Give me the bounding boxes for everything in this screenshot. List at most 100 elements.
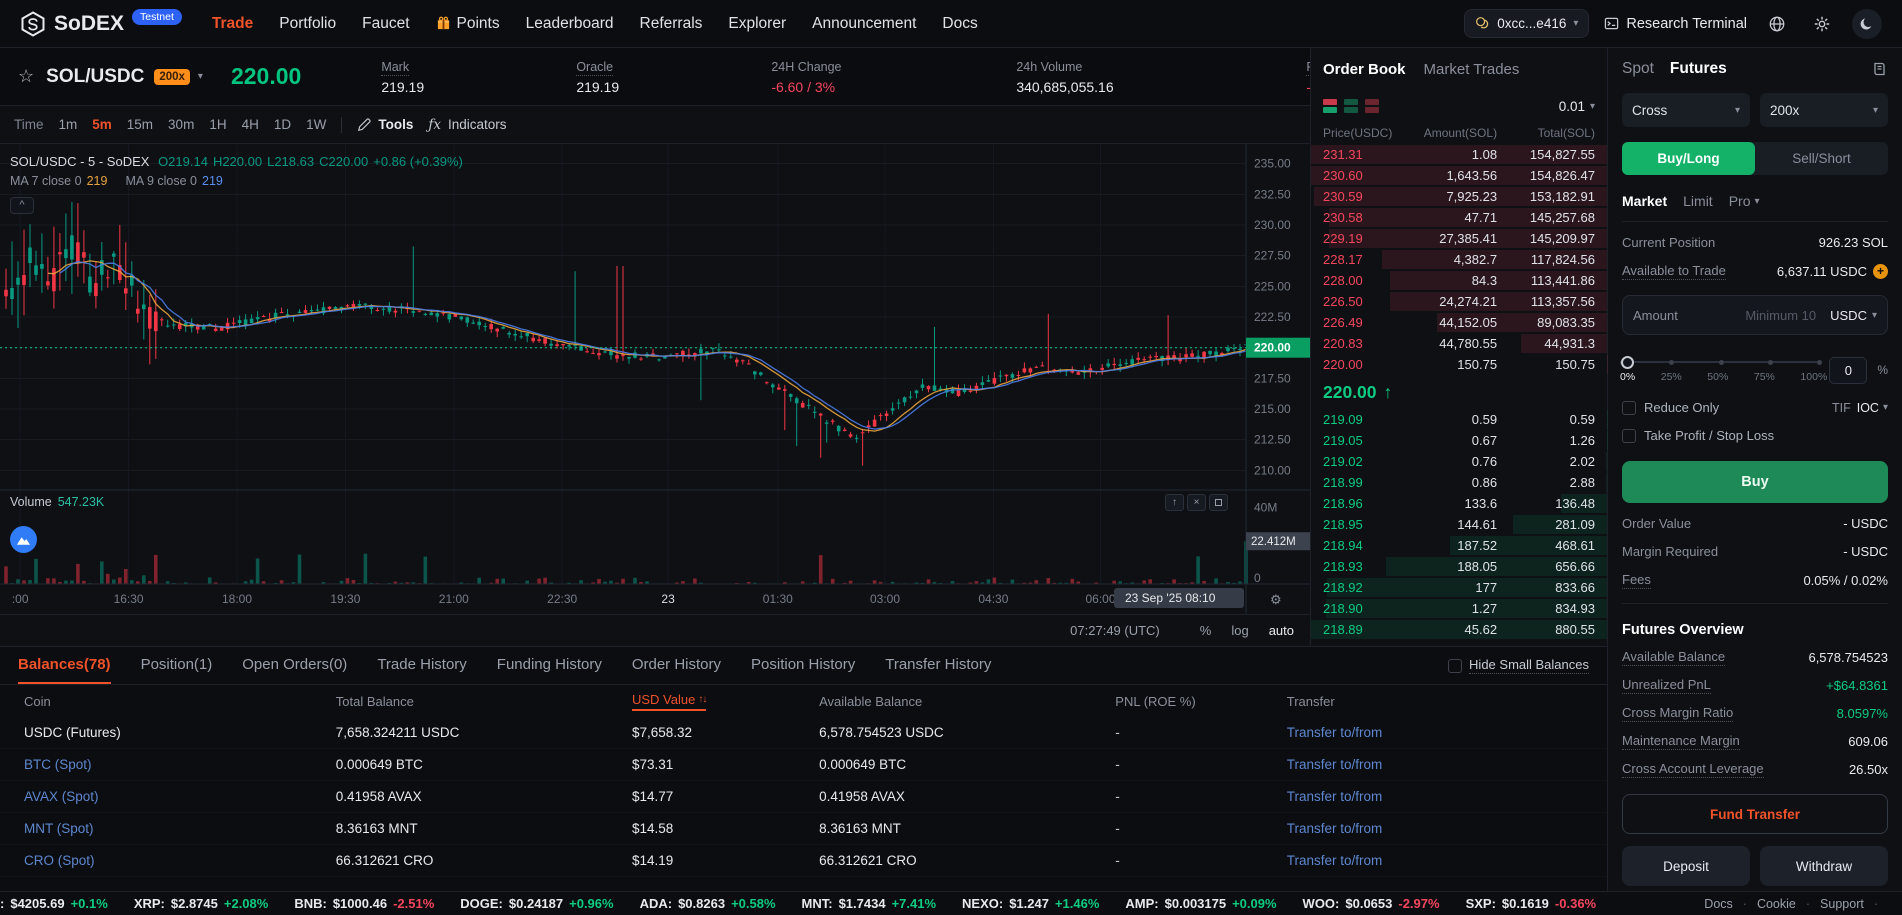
percent-scale-button[interactable]: % [1200, 623, 1212, 638]
orderbook-ask-row[interactable]: 226.4944,152.0589,083.35 [1311, 312, 1607, 333]
nav-item-leaderboard[interactable]: Leaderboard [526, 15, 614, 33]
orderbook-bid-row[interactable]: 218.94187.52468.61 [1311, 535, 1607, 556]
tif-select[interactable]: IOC▾ [1857, 401, 1888, 415]
margin-mode-select[interactable]: Cross▾ [1622, 93, 1750, 127]
order-type-limit[interactable]: Limit [1683, 193, 1713, 209]
pair-selector[interactable]: SOL/USDC 200x ▾ [46, 66, 203, 88]
slider-dot[interactable] [1669, 360, 1674, 365]
nav-item-points[interactable]: Points [436, 15, 500, 33]
transfer-plus-icon[interactable]: + [1873, 264, 1888, 279]
nav-item-referrals[interactable]: Referrals [640, 15, 703, 33]
nav-item-announcement[interactable]: Announcement [812, 15, 916, 33]
interval-5m[interactable]: 5m [92, 117, 112, 132]
footer-link-cookie[interactable]: Cookie [1757, 897, 1796, 911]
orderbook-bid-row[interactable]: 218.990.862.88 [1311, 472, 1607, 493]
coin-name[interactable]: MNT (Spot) [24, 821, 94, 836]
orderbook-ask-row[interactable]: 228.0084.3113,441.86 [1311, 270, 1607, 291]
pane-move-up-icon[interactable]: ↑ [1165, 494, 1184, 511]
amount-slider[interactable]: 0%25%50%75%100% [1622, 353, 1819, 387]
pane-close-icon[interactable]: × [1187, 494, 1206, 511]
ticker-woo[interactable]: WOO:$0.0653-2.97% [1303, 896, 1440, 911]
amount-unit-select[interactable]: USDC▾ [1830, 308, 1877, 323]
nav-item-explorer[interactable]: Explorer [728, 15, 786, 33]
amount-input[interactable]: Amount Minimum 10 USDC▾ [1622, 295, 1888, 335]
nav-item-faucet[interactable]: Faucet [362, 15, 409, 33]
orderbook-layout-bids-icon[interactable] [1344, 99, 1358, 113]
bottom-tab-balances-78[interactable]: Balances(78) [18, 647, 111, 684]
interval-1h[interactable]: 1H [209, 117, 226, 132]
orderbook-ask-row[interactable]: 230.5847.71145,257.68 [1311, 207, 1607, 228]
coin-name[interactable]: AVAX (Spot) [24, 789, 99, 804]
transfer-link[interactable]: Transfer to/from [1287, 821, 1383, 836]
orderbook-bid-row[interactable]: 218.93188.05656.66 [1311, 556, 1607, 577]
interval-1d[interactable]: 1D [274, 117, 291, 132]
slider-dot[interactable] [1768, 360, 1773, 365]
column-header-total-balance[interactable]: Total Balance [336, 694, 632, 709]
slider-dot[interactable] [1817, 360, 1822, 365]
transfer-link[interactable]: Transfer to/from [1287, 853, 1383, 868]
nav-item-trade[interactable]: Trade [212, 15, 253, 33]
ticker-eth[interactable]: ETH:$4205.69+0.1% [0, 896, 108, 911]
indicators-button[interactable]: ƒx Indicators [428, 117, 506, 133]
bottom-tab-funding-history[interactable]: Funding History [497, 647, 602, 684]
tab-order-book[interactable]: Order Book [1323, 61, 1406, 78]
ticker-mnt[interactable]: MNT:$1.7434+7.41% [802, 896, 937, 911]
orderbook-bid-row[interactable]: 218.901.27834.93 [1311, 598, 1607, 619]
reduce-only-checkbox[interactable]: Reduce Only [1622, 400, 1719, 415]
ticker-sxp[interactable]: SXP:$0.1619-0.36% [1466, 896, 1597, 911]
deposit-button[interactable]: Deposit [1622, 846, 1750, 886]
orderbook-ask-row[interactable]: 226.5024,274.21113,357.56 [1311, 291, 1607, 312]
precision-select[interactable]: 0.01▾ [1559, 99, 1595, 114]
orderbook-ask-row[interactable]: 220.00150.75150.75 [1311, 354, 1607, 375]
tpsl-checkbox[interactable]: Take Profit / Stop Loss [1622, 428, 1774, 443]
order-type-market[interactable]: Market [1622, 193, 1667, 209]
ticker-bnb[interactable]: BNB:$1000.46-2.51% [294, 896, 434, 911]
log-scale-button[interactable]: log [1231, 623, 1248, 638]
orderbook-bid-row[interactable]: 218.96133.6136.48 [1311, 493, 1607, 514]
orderbook-mid-price[interactable]: 220.00↑ [1311, 375, 1607, 409]
orderbook-bid-row[interactable]: 218.95144.61281.09 [1311, 514, 1607, 535]
column-header-available-balance[interactable]: Available Balance [819, 694, 1115, 709]
orderbook-bid-row[interactable]: 219.050.671.26 [1311, 430, 1607, 451]
transfer-link[interactable]: Transfer to/from [1287, 789, 1383, 804]
withdraw-button[interactable]: Withdraw [1760, 846, 1888, 886]
tools-button[interactable]: Tools [357, 117, 413, 132]
hide-small-balances-checkbox[interactable]: Hide Small Balances [1448, 657, 1589, 674]
coin-name[interactable]: CRO (Spot) [24, 853, 95, 868]
orderbook-ask-row[interactable]: 228.174,382.7117,824.56 [1311, 249, 1607, 270]
theme-moon-icon[interactable] [1852, 9, 1882, 39]
bottom-tab-order-history[interactable]: Order History [632, 647, 721, 684]
sodex-logo[interactable]: SoDEX Testnet [20, 11, 182, 37]
fund-transfer-button[interactable]: Fund Transfer [1622, 794, 1888, 834]
favorite-star-icon[interactable]: ☆ [18, 66, 34, 87]
interval-4h[interactable]: 4H [242, 117, 259, 132]
sell-short-button[interactable]: Sell/Short [1755, 142, 1888, 175]
chart-logo-button[interactable] [10, 526, 37, 553]
bottom-tab-trade-history[interactable]: Trade History [377, 647, 466, 684]
ticker-nexo[interactable]: NEXO:$1.247+1.46% [962, 896, 1099, 911]
column-header-coin[interactable]: Coin [24, 694, 336, 709]
auto-scale-button[interactable]: auto [1269, 623, 1294, 638]
candlestick-chart-canvas[interactable]: 235.00232.50230.00227.50225.00222.50220.… [0, 144, 1310, 614]
bottom-tab-transfer-history[interactable]: Transfer History [885, 647, 991, 684]
orderbook-layout-asks-icon[interactable] [1365, 99, 1379, 113]
bottom-tab-open-orders-0[interactable]: Open Orders(0) [242, 647, 347, 684]
wallet-address-button[interactable]: 0xcc...e416 ▾ [1464, 9, 1589, 38]
transfer-link[interactable]: Transfer to/from [1287, 757, 1383, 772]
ticker-ada[interactable]: ADA:$0.8263+0.58% [640, 896, 776, 911]
ticker-xrp[interactable]: XRP:$2.8745+2.08% [134, 896, 269, 911]
nav-item-docs[interactable]: Docs [942, 15, 977, 33]
research-terminal-button[interactable]: Research Terminal [1604, 16, 1747, 32]
coin-name[interactable]: BTC (Spot) [24, 757, 92, 772]
orderbook-bid-row[interactable]: 219.090.590.59 [1311, 409, 1607, 430]
interval-1w[interactable]: 1W [306, 117, 326, 132]
column-header-transfer[interactable]: Transfer [1287, 694, 1583, 709]
orderbook-layout-both-icon[interactable] [1323, 99, 1337, 113]
buy-long-button[interactable]: Buy/Long [1622, 142, 1755, 175]
column-header-pnl-roe[interactable]: PNL (ROE %) [1115, 694, 1286, 709]
orderbook-ask-row[interactable]: 229.1927,385.41145,209.97 [1311, 228, 1607, 249]
orderbook-bid-row[interactable]: 218.92177833.66 [1311, 577, 1607, 598]
transfer-link[interactable]: Transfer to/from [1287, 725, 1383, 740]
tab-market-trades[interactable]: Market Trades [1424, 61, 1520, 78]
ledger-icon[interactable] [1872, 61, 1888, 77]
